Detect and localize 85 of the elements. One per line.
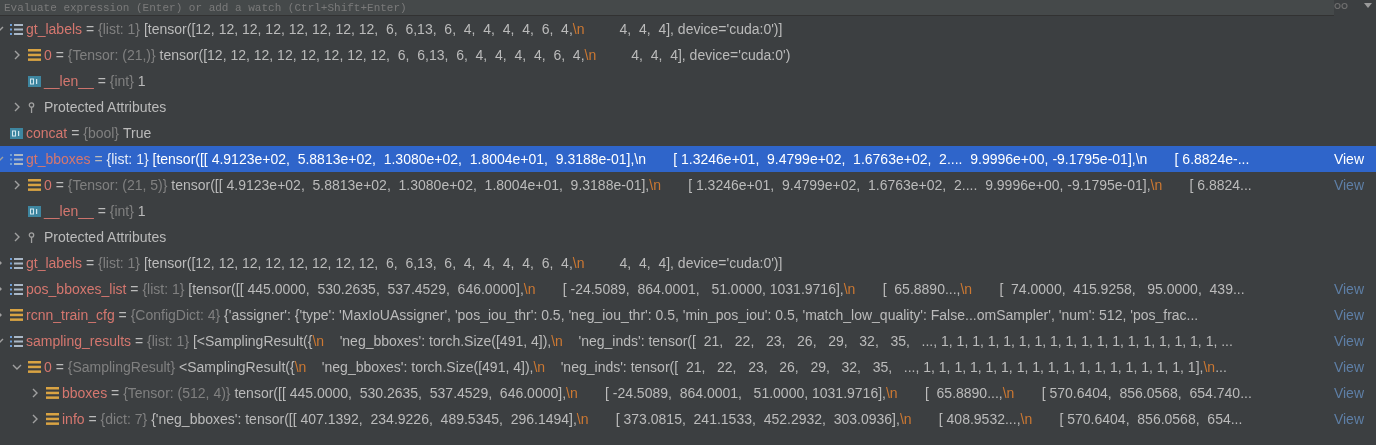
chevron-right-icon[interactable] [12, 232, 22, 242]
stack-icon [46, 413, 59, 425]
list-icon [10, 334, 23, 348]
equals-sign: = [71, 123, 80, 143]
value-text: 1 [137, 71, 146, 91]
value-text: [tensor([[ 445.0000, 530.2635, 537.4529, 646.0000],\n [ -24.5089, 864.0001, 51.0000, 1031.9716],\n [ 65.8890...,\n [ 74.0000, 415.9258, 95.0000, 439... [188, 279, 1245, 299]
variable-name: gt_bboxes [26, 149, 91, 169]
equals-sign: = [94, 149, 103, 169]
stack-icon [28, 49, 41, 61]
value-text: [tensor([12, 12, 12, 12, 12, 12, 12, 12, 6, 6,13, 6, 4, 4, 4, 4, 6, 4,\n 4, 4, 4], device='cuda:0')] [143, 19, 783, 39]
type-label: {list: 1} [147, 331, 190, 351]
variable-name: __len__ [44, 71, 94, 91]
list-icon [10, 22, 23, 36]
variable-name: 0 [44, 357, 52, 377]
type-label: {list: 1} [106, 149, 149, 169]
type-label: {Tensor: (21,)} [67, 45, 156, 65]
value-text: {'neg_bboxes': tensor([[ 407.1392, 234.9226, 489.5345, 296.1494],\n [ 373.0815, 241.1533, 452.2932, 303.0936],\n [ 408.9532...,\n [ 570.6404, 856.0568, 654... [151, 409, 1243, 429]
type-label: {ConfigDict: 4} [130, 305, 221, 325]
stack-icon [10, 309, 23, 321]
stack-icon [28, 179, 41, 191]
equals-sign: = [97, 71, 106, 91]
equals-sign: = [118, 305, 127, 325]
variable-name: 0 [44, 175, 52, 195]
value-text: {'assigner': {'type': 'MaxIoUAssigner', 'pos_iou_thr': 0.5, 'neg_iou_thr': 0.5, 'min_pos_iou': 0.5, 'match_low_quality': False...omSampler', 'num': 512, 'pos_frac... [224, 305, 1199, 325]
equals-sign: = [55, 357, 64, 377]
variable-name: info [62, 409, 85, 429]
chevron-right-icon[interactable] [12, 50, 22, 60]
value-text: tensor([[ 4.9123e+02, 5.8813e+02, 1.3080e+02, 1.8004e+01, 9.3188e-01],\n [ 1.3246e+01, 9.4799e+02, 1.6763e+02, 2.... 9.9996e+00, -9.1795e-01],\n [ 6.8824... [171, 175, 1252, 195]
equals-sign: = [85, 253, 95, 273]
number-icon [10, 127, 23, 139]
variable-name: pos_bboxes_list [26, 279, 127, 299]
value-text: [tensor([12, 12, 12, 12, 12, 12, 12, 12, 6, 6,13, 6, 4, 4, 4, 4, 6, 4,\n 4, 4, 4], device='cuda:0')] [143, 253, 783, 273]
type-label: {int} [109, 201, 134, 221]
type-label: {dict: 7} [100, 409, 148, 429]
value-text: True [122, 123, 152, 143]
key-icon [28, 101, 35, 113]
chevron-right-icon[interactable] [12, 102, 22, 112]
key-icon [28, 231, 35, 243]
type-label: {bool} [83, 123, 120, 143]
equals-sign: = [130, 279, 139, 299]
type-label: {SamplingResult} [67, 357, 176, 377]
value-text: [<SamplingResult({\n 'neg_bboxes': torch.Size([491, 4]),\n 'neg_inds': tensor([ 21, 22, 23, 26, 29, 32, 35, ..., 1, 1, 1, 1, 1, 1, 1, 1, 1, 1, 1, 1, 1, 1, 1, 1, 1, 1, ... [192, 331, 1233, 351]
variable-name: bboxes [62, 383, 108, 403]
type-label: {list: 1} [142, 279, 185, 299]
variable-name: 0 [44, 45, 52, 65]
variable-name: gt_labels [26, 253, 83, 273]
equals-sign: = [111, 383, 120, 403]
number-icon [28, 75, 41, 87]
group-label: Protected Attributes [44, 227, 167, 247]
type-label: {list: 1} [98, 253, 141, 273]
equals-sign: = [97, 201, 106, 221]
value-text: tensor([12, 12, 12, 12, 12, 12, 12, 12, 6, 6,13, 6, 4, 4, 4, 4, 6, 4,\n 4, 4, 4], device='cuda:0') [159, 45, 791, 65]
chevron-right-icon[interactable] [30, 414, 40, 424]
group-label: Protected Attributes [44, 97, 167, 117]
dropdown-caret-icon[interactable] [1364, 2, 1372, 8]
chevron-down-icon[interactable] [12, 362, 22, 372]
stack-icon [46, 387, 59, 399]
variable-name: sampling_results [26, 331, 132, 351]
chevron-right-icon[interactable] [12, 180, 22, 190]
equals-sign: = [134, 331, 144, 351]
stack-icon [28, 361, 41, 373]
value-text: <SamplingResult({\n 'neg_bboxes': torch.Size([491, 4]),\n 'neg_inds': tensor([ 21, 22, 23, 26, 29, 32, 35, ..., 1, 1, 1, 1, 1, 1, 1, 1, 1, 1, 1, 1, 1, 1, 1, 1, 1, 1],\n... [179, 357, 1227, 377]
variable-name: concat [26, 123, 68, 143]
value-text: tensor([[ 445.0000, 530.2635, 537.4529, 646.0000],\n [ -24.5089, 864.0001, 51.0000, 1031.9716],\n [ 65.8890...,\n [ 570.6404, 856.0568, 654.740... [234, 383, 1252, 403]
type-label: {Tensor: (21, 5)} [67, 175, 168, 195]
number-icon [28, 205, 41, 217]
glasses-icon[interactable] [1334, 2, 1348, 10]
type-label: {Tensor: (512, 4)} [123, 383, 231, 403]
equals-sign: = [55, 175, 64, 195]
view-link[interactable]: View [1329, 148, 1364, 170]
variable-name: gt_labels [26, 19, 83, 39]
equals-sign: = [88, 409, 97, 429]
equals-sign: = [55, 45, 64, 65]
variable-name: rcnn_train_cfg [26, 305, 115, 325]
list-icon [10, 282, 23, 296]
chevron-right-icon[interactable] [30, 388, 40, 398]
list-icon [10, 152, 23, 166]
equals-sign: = [85, 19, 95, 39]
value-text: [tensor([[ 4.9123e+02, 5.8813e+02, 1.3080e+02, 1.8004e+01, 9.3188e-01],\n [ 1.3246e+01, 9.4799e+02, 1.6763e+02, 2.... 9.9996e+00, -9.1795e-01],\n [ 6.8824e-... [152, 149, 1250, 169]
type-label: {int} [109, 71, 134, 91]
variable-name: __len__ [44, 201, 94, 221]
value-text: 1 [137, 201, 146, 221]
type-label: {list: 1} [98, 19, 141, 39]
list-icon [10, 256, 23, 270]
variable-row[interactable]: gt_bboxes = {list: 1} [tensor([[ 4.9123e+02, 5.8813e+02, 1.3080e+02, 1.8004e+01, 9.3188e-01],\n [ 1.3246e+01, 9.4799e+02, 1.6763e+02, 2.... 9.9996e+00, -9.1795e-01],\n [ 6.8824e-... View [0, 146, 1376, 172]
